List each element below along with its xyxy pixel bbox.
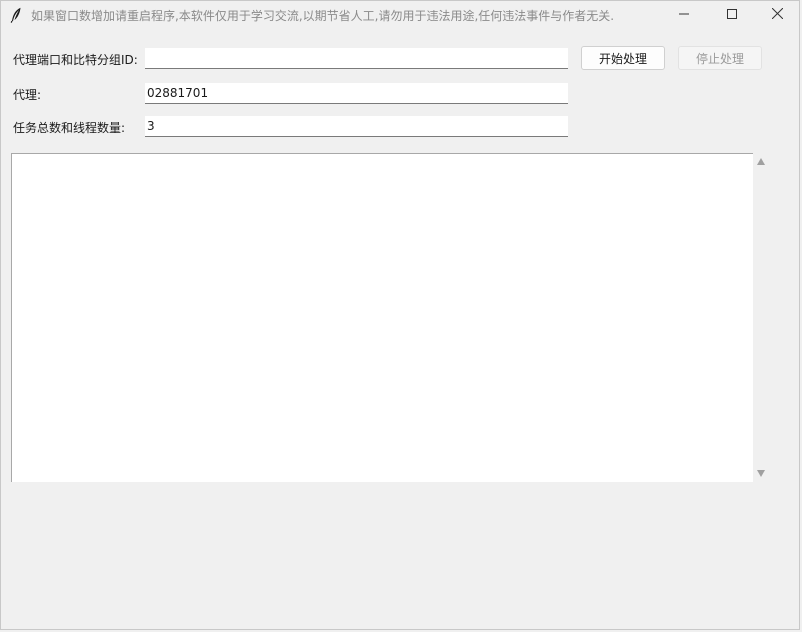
proxy-label: 代理: [13, 88, 42, 102]
maximize-icon [727, 8, 737, 22]
close-button[interactable] [754, 1, 800, 29]
threads-label: 任务总数和线程数量: [13, 121, 126, 135]
minimize-icon [679, 8, 689, 22]
minimize-button[interactable] [661, 1, 707, 29]
main-window: 如果窗口数增加请重启程序,本软件仅用于学习交流,以期节省人工,请勿用于违法用途,… [0, 0, 800, 630]
close-icon [771, 7, 783, 22]
port-input[interactable] [145, 48, 568, 69]
maximize-button[interactable] [709, 1, 755, 29]
proxy-input[interactable] [145, 83, 568, 104]
title-bar[interactable]: 如果窗口数增加请重启程序,本软件仅用于学习交流,以期节省人工,请勿用于违法用途,… [1, 1, 799, 29]
log-scrollbar[interactable] [753, 153, 769, 482]
scroll-down-arrow-icon[interactable] [757, 470, 765, 477]
window-title: 如果窗口数增加请重启程序,本软件仅用于学习交流,以期节省人工,请勿用于违法用途,… [31, 9, 615, 23]
start-button[interactable]: 开始处理 [581, 46, 665, 70]
port-label: 代理端口和比特分组ID: [13, 53, 138, 67]
threads-input[interactable] [145, 116, 568, 137]
log-textarea[interactable] [11, 153, 753, 482]
scroll-up-arrow-icon[interactable] [757, 158, 765, 165]
stop-button[interactable]: 停止处理 [678, 46, 762, 70]
feather-icon [10, 7, 22, 23]
